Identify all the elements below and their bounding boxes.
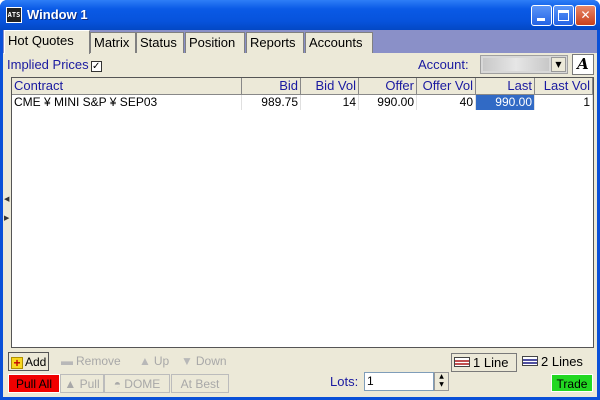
tab-position[interactable]: Position <box>185 32 245 53</box>
trade-button[interactable]: Trade <box>551 374 593 392</box>
dome-label: DOME <box>124 377 161 391</box>
column-header-offer-vol[interactable]: Offer Vol <box>417 78 476 94</box>
cell-offer-vol[interactable]: 40 <box>417 95 476 110</box>
up-arrow-icon: ▲ <box>139 354 151 368</box>
implied-prices-option[interactable]: Implied Prices ✓ <box>7 57 102 72</box>
account-label: Account: <box>418 57 469 72</box>
account-value <box>483 58 549 71</box>
up-button[interactable]: ▲ Up <box>139 352 169 371</box>
lots-stepper[interactable]: ▲ ▼ <box>434 372 449 391</box>
minimize-icon <box>537 18 545 21</box>
pull-label: Pull <box>79 377 100 391</box>
cell-contract[interactable]: CME ¥ MINI S&P ¥ SEP03 <box>12 95 242 110</box>
maximize-button[interactable] <box>553 5 574 26</box>
account-select[interactable]: ▼ <box>480 55 568 74</box>
application-window: ATS Window 1 ✕ Hot Quotes Matrix Status … <box>0 0 600 400</box>
close-button[interactable]: ✕ <box>575 5 596 26</box>
one-line-icon <box>454 357 470 367</box>
title-bar[interactable]: ATS Window 1 ✕ <box>0 0 600 30</box>
cell-last[interactable]: 990.00 <box>476 95 535 110</box>
one-line-option[interactable]: 1 Line <box>451 353 517 372</box>
one-line-label: 1 Line <box>473 355 509 370</box>
client-area: Hot Quotes Matrix Status Position Report… <box>3 30 597 397</box>
chevron-down-icon[interactable]: ▼ <box>551 57 566 72</box>
two-lines-label: 2 Lines <box>541 354 583 369</box>
two-lines-option[interactable]: 2 Lines <box>522 353 583 370</box>
tab-accounts[interactable]: Accounts <box>305 32 373 53</box>
lots-input[interactable]: 1 <box>364 372 434 391</box>
tab-matrix[interactable]: Matrix <box>90 32 136 53</box>
remove-button[interactable]: ▬ Remove <box>61 352 121 371</box>
dome-button[interactable]: ◓ DOME <box>104 374 170 393</box>
implied-prices-checkbox[interactable]: ✓ <box>90 61 102 72</box>
quotes-grid: Contract Bid Bid Vol Offer Offer Vol Las… <box>11 77 594 348</box>
order-toolbar: Pull All ▲ Pull ◓ DOME At Best Trade <box>3 373 597 395</box>
tab-strip: Hot Quotes Matrix Status Position Report… <box>3 30 597 54</box>
grid-header: Contract Bid Bid Vol Offer Offer Vol Las… <box>12 78 593 95</box>
two-lines-icon <box>522 356 538 366</box>
table-row[interactable]: CME ¥ MINI S&P ¥ SEP03 989.75 14 990.00 … <box>12 95 593 111</box>
column-header-bid-vol[interactable]: Bid Vol <box>301 78 359 94</box>
line-mode-selector: 1 Line 2 Lines <box>446 351 591 372</box>
column-header-last-vol[interactable]: Last Vol <box>535 78 593 94</box>
tab-reports[interactable]: Reports <box>246 32 304 53</box>
maximize-icon <box>558 10 569 21</box>
implied-prices-label: Implied Prices <box>7 57 89 72</box>
cell-bid[interactable]: 989.75 <box>242 95 301 110</box>
chevron-right-icon: ▶ <box>4 214 10 222</box>
plus-icon: + <box>11 357 23 369</box>
lots-label: Lots: <box>330 374 359 389</box>
spin-up-icon[interactable]: ▲ <box>435 373 448 381</box>
column-header-offer[interactable]: Offer <box>359 78 417 94</box>
pull-all-button[interactable]: Pull All <box>8 374 60 393</box>
at-best-button[interactable]: At Best <box>171 374 229 393</box>
column-header-contract[interactable]: Contract <box>12 78 242 94</box>
add-label: Add <box>25 355 47 369</box>
panel-grip[interactable]: ◀ ▶ <box>4 195 9 231</box>
remove-label: Remove <box>76 354 121 368</box>
cell-last-vol[interactable]: 1 <box>535 95 593 110</box>
spin-down-icon[interactable]: ▼ <box>435 381 448 389</box>
window-title: Window 1 <box>27 7 88 22</box>
app-icon[interactable]: ATS <box>6 7 22 23</box>
add-button[interactable]: + Add <box>8 352 50 371</box>
dome-icon: ◓ <box>113 377 121 391</box>
pull-button[interactable]: ▲ Pull <box>60 374 104 393</box>
row-toolbar: + Add ▬ Remove ▲ Up ▼ Down 1 Line 2 Lines <box>3 351 597 372</box>
down-label: Down <box>195 354 227 368</box>
up-label: Up <box>153 354 170 368</box>
minus-icon: ▬ <box>61 354 73 368</box>
chevron-left-icon: ◀ <box>4 195 10 203</box>
font-button[interactable]: A <box>572 54 594 75</box>
cell-offer[interactable]: 990.00 <box>359 95 417 110</box>
up-arrow-icon: ▲ <box>64 377 77 391</box>
column-header-last[interactable]: Last <box>476 78 535 94</box>
column-header-bid[interactable]: Bid <box>242 78 301 94</box>
minimize-button[interactable] <box>531 5 552 26</box>
cell-bid-vol[interactable]: 14 <box>301 95 359 110</box>
close-icon: ✕ <box>580 8 591 22</box>
tab-hot-quotes[interactable]: Hot Quotes <box>4 30 90 54</box>
down-arrow-icon: ▼ <box>181 354 193 368</box>
tab-status[interactable]: Status <box>136 32 184 53</box>
down-button[interactable]: ▼ Down <box>181 352 227 371</box>
